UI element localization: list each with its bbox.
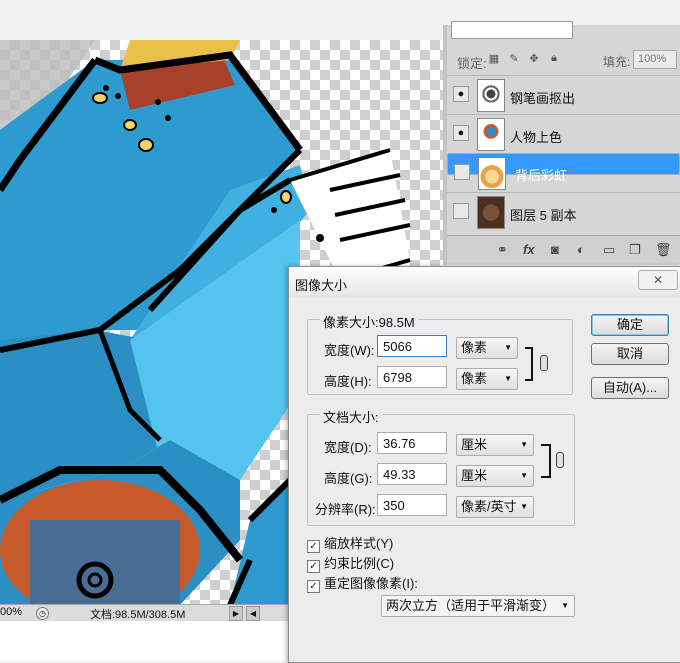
status-menu-arrow-icon[interactable]: ▶: [229, 606, 243, 621]
eye-icon[interactable]: ●: [453, 86, 469, 102]
pixel-height-input[interactable]: 6798: [377, 366, 447, 388]
ok-button[interactable]: 确定: [591, 314, 669, 336]
auto-button[interactable]: 自动(A)...: [591, 377, 669, 399]
layers-bottom-toolbar: ⚭ fx ◙ ◐ ▭ ❐ 🗑︎: [447, 235, 680, 264]
chain-link-icon: [540, 355, 548, 371]
pixel-width-unit: 像素: [461, 340, 488, 355]
lock-row: 锁定: ▦ ✎ ✥ 🔒︎ 填充: 100%: [447, 49, 680, 71]
trash-icon[interactable]: 🗑︎: [655, 242, 672, 258]
constrain-bracket: [525, 347, 533, 381]
zoom-level[interactable]: 00%: [0, 606, 30, 618]
resample-checkbox[interactable]: ✓ 重定图像像素(I):: [307, 573, 418, 593]
pixel-width-label: 宽度(W):: [324, 343, 375, 358]
doc-constrain-bracket: [541, 444, 551, 478]
resolution-input[interactable]: 350: [377, 494, 447, 516]
pixel-dimensions-title: 像素大小:98.5M: [320, 312, 418, 331]
link-icon[interactable]: ⚭: [497, 242, 508, 258]
chevron-down-icon: ▼: [561, 601, 569, 610]
document-info: 文档:98.5M/308.5M: [90, 609, 186, 621]
resample-method-select[interactable]: 两次立方（适用于平滑渐变） ▼: [381, 595, 575, 617]
layer-row[interactable]: ● 钢笔画抠出: [447, 75, 680, 115]
layer-thumbnail: [478, 157, 506, 190]
fill-label: 填充:: [603, 55, 631, 69]
constrain-proportions-label: 约束比例(C): [324, 556, 395, 571]
status-info-icon[interactable]: ◷: [36, 607, 49, 620]
resolution-label: 分辨率(R):: [315, 502, 376, 517]
layer-name[interactable]: 钢笔画抠出: [510, 88, 575, 107]
scale-styles-label: 缩放样式(Y): [324, 536, 394, 551]
close-button[interactable]: ✕: [638, 270, 678, 290]
check-icon: ✓: [307, 580, 320, 593]
resample-method-value: 两次立方（适用于平滑渐变）: [386, 598, 556, 613]
adjustment-icon[interactable]: ◐: [577, 242, 585, 257]
pixel-height-unit-select[interactable]: 像素 ▼: [456, 368, 518, 390]
layer-name[interactable]: 图层 5 副本: [510, 205, 576, 224]
new-layer-icon[interactable]: ❐: [629, 242, 641, 258]
visibility-toggle-empty[interactable]: [454, 164, 470, 180]
scale-styles-checkbox[interactable]: ✓ 缩放样式(Y): [307, 533, 393, 553]
fill-input[interactable]: 100%: [633, 50, 677, 69]
doc-height-unit: 厘米: [461, 468, 488, 483]
doc-width-input[interactable]: 36.76: [377, 432, 447, 454]
lock-move-icon[interactable]: ✥: [527, 52, 541, 66]
dialog-title: 图像大小: [295, 278, 348, 293]
scroll-left-arrow-icon[interactable]: ◀: [246, 606, 260, 621]
doc-height-label: 高度(G):: [324, 471, 373, 486]
layer-row[interactable]: 图层 5 副本: [447, 192, 680, 232]
doc-width-unit: 厘米: [461, 437, 488, 452]
layer-row[interactable]: ● 人物上色: [447, 114, 680, 154]
pixel-height-label: 高度(H):: [324, 374, 372, 389]
pixel-height-unit: 像素: [461, 371, 488, 386]
chevron-down-icon: ▼: [504, 374, 512, 383]
fx-icon[interactable]: fx: [523, 242, 535, 257]
resolution-unit-select[interactable]: 像素/英寸 ▼: [456, 496, 534, 518]
lock-label: 锁定:: [457, 56, 487, 71]
layer-name[interactable]: 人物上色: [510, 127, 562, 146]
layer-row[interactable]: 背后彩虹: [447, 153, 680, 190]
image-size-dialog: 图像大小 ✕ 像素大小:98.5M 宽度(W): 5066 像素 ▼ 高度(H):…: [288, 266, 680, 663]
pixel-width-unit-select[interactable]: 像素 ▼: [456, 337, 518, 359]
eye-icon[interactable]: ●: [453, 125, 469, 141]
chain-link-icon: [556, 452, 564, 468]
doc-width-label: 宽度(D):: [324, 440, 372, 455]
layer-name[interactable]: 背后彩虹: [511, 166, 567, 186]
constrain-proportions-checkbox[interactable]: ✓ 约束比例(C): [307, 553, 394, 573]
chevron-down-icon: ▼: [520, 502, 528, 511]
lock-brush-icon[interactable]: ✎: [507, 52, 521, 66]
pixel-width-input[interactable]: 5066: [377, 335, 447, 357]
lock-all-icon[interactable]: 🔒︎: [547, 52, 561, 66]
resample-label: 重定图像像素(I):: [324, 576, 418, 591]
document-size-title: 文档大小:: [320, 407, 382, 426]
chevron-down-icon: ▼: [520, 471, 528, 480]
doc-height-input[interactable]: 49.33: [377, 463, 447, 485]
check-icon: ✓: [307, 560, 320, 573]
layer-thumbnail: [477, 79, 505, 112]
check-icon: ✓: [307, 540, 320, 553]
lock-transparent-icon[interactable]: ▦: [487, 52, 501, 66]
layer-thumbnail: [477, 196, 505, 229]
doc-width-unit-select[interactable]: 厘米 ▼: [456, 434, 534, 456]
blend-mode-select[interactable]: [451, 21, 573, 39]
group-icon[interactable]: ▭: [603, 242, 615, 258]
doc-height-unit-select[interactable]: 厘米 ▼: [456, 465, 534, 487]
chevron-down-icon: ▼: [520, 440, 528, 449]
chevron-down-icon: ▼: [504, 343, 512, 352]
dialog-titlebar[interactable]: 图像大小 ✕: [289, 267, 680, 297]
mask-icon[interactable]: ◙: [551, 242, 559, 257]
status-bar: 00% ◷ 文档:98.5M/308.5M ▶ ◀: [0, 604, 290, 621]
visibility-toggle-empty[interactable]: [453, 203, 469, 219]
resolution-unit: 像素/英寸: [461, 499, 517, 514]
layer-thumbnail: [477, 118, 505, 151]
layers-panel: 锁定: ▦ ✎ ✥ 🔒︎ 填充: 100% ● 钢笔画抠出 ● 人物上色 背后彩…: [443, 21, 680, 265]
cancel-button[interactable]: 取消: [591, 343, 669, 365]
